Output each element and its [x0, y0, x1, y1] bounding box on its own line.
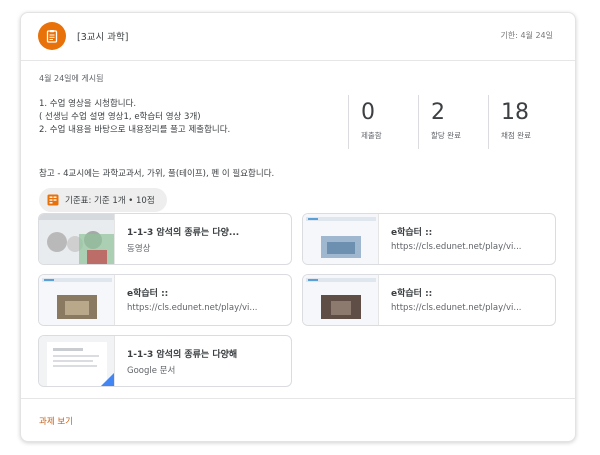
- stat-label: 할당 완료: [431, 131, 461, 140]
- stat-label: 채점 완료: [501, 131, 531, 140]
- rubric-label: 기준표: 기준 1개 • 10점: [65, 196, 155, 206]
- rubric-chip[interactable]: 기준표: 기준 1개 • 10점: [39, 188, 167, 212]
- view-assignment-link[interactable]: 과제 보기: [39, 415, 73, 427]
- card-header[interactable]: [3교시 과학] 기한: 4월 24일: [21, 13, 575, 61]
- assignment-title[interactable]: [3교시 과학]: [77, 29, 128, 43]
- instruction-line: 2. 수업 내용을 바탕으로 내용정리를 풀고 제출합니다.: [39, 125, 231, 135]
- attachment-url: https://cls.edunet.net/play/vi...: [391, 242, 522, 252]
- stat-assigned[interactable]: 2 할당 완료: [418, 95, 488, 149]
- stat-submitted[interactable]: 0 제출함: [348, 95, 418, 149]
- attachment-link[interactable]: e학습터 :: https://cls.edunet.net/play/vi..…: [302, 213, 556, 265]
- attachment-video[interactable]: 1-1-3 암석의 종류는 다양... 동영상: [38, 213, 292, 265]
- stat-value: 2: [431, 100, 445, 125]
- attachment-title: 1-1-3 암석의 종류는 다양...: [127, 228, 240, 238]
- stat-label: 제출함: [361, 131, 382, 140]
- attachment-url: https://cls.edunet.net/play/vi...: [391, 303, 522, 313]
- link-thumbnail: [303, 214, 379, 264]
- attachment-link[interactable]: e학습터 :: https://cls.edunet.net/play/vi..…: [302, 274, 556, 326]
- posted-date: 4월 24일에 게시됨: [39, 74, 104, 83]
- instruction-line: ( 선생님 수업 설명 영상1, e학습터 영상 3개): [39, 112, 201, 122]
- instruction-line: 1. 수업 영상을 시청합니다.: [39, 99, 137, 109]
- due-date: 기한: 4월 24일: [500, 31, 554, 40]
- attachment-url: https://cls.edunet.net/play/vi...: [127, 303, 258, 313]
- stat-value: 0: [361, 100, 375, 125]
- attachment-type: 동영상: [127, 244, 151, 254]
- stat-graded[interactable]: 18 채점 완료: [488, 95, 558, 149]
- link-thumbnail: [39, 275, 115, 325]
- attachment-title: 1-1-3 암석의 종류는 다양해: [127, 350, 238, 360]
- attachment-title: e학습터 ::: [391, 289, 433, 299]
- card-footer: 과제 보기: [21, 398, 575, 443]
- attachment-link[interactable]: e학습터 :: https://cls.edunet.net/play/vi..…: [38, 274, 292, 326]
- instructions: 1. 수업 영상을 시청합니다. ( 선생님 수업 설명 영상1, e학습터 영…: [39, 98, 359, 137]
- stat-value: 18: [501, 100, 529, 125]
- attachment-title: e학습터 ::: [127, 289, 169, 299]
- rubric-icon: [47, 194, 59, 206]
- attachment-title: e학습터 ::: [391, 228, 433, 238]
- doc-thumbnail: [39, 336, 115, 386]
- attachment-google-doc[interactable]: 1-1-3 암석의 종류는 다양해 Google 문서: [38, 335, 292, 387]
- assignment-card: [3교시 과학] 기한: 4월 24일 4월 24일에 게시됨 1. 수업 영상…: [20, 12, 576, 442]
- link-thumbnail: [303, 275, 379, 325]
- submission-stats: 0 제출함 2 할당 완료 18 채점 완료: [348, 95, 558, 149]
- video-thumbnail: [39, 214, 115, 264]
- attachment-type: Google 문서: [127, 366, 176, 376]
- assignment-icon: [38, 22, 66, 50]
- note-text: 참고 - 4교시에는 과학교과서, 가위, 풀(테이프), 펜 이 필요합니다.: [39, 169, 275, 179]
